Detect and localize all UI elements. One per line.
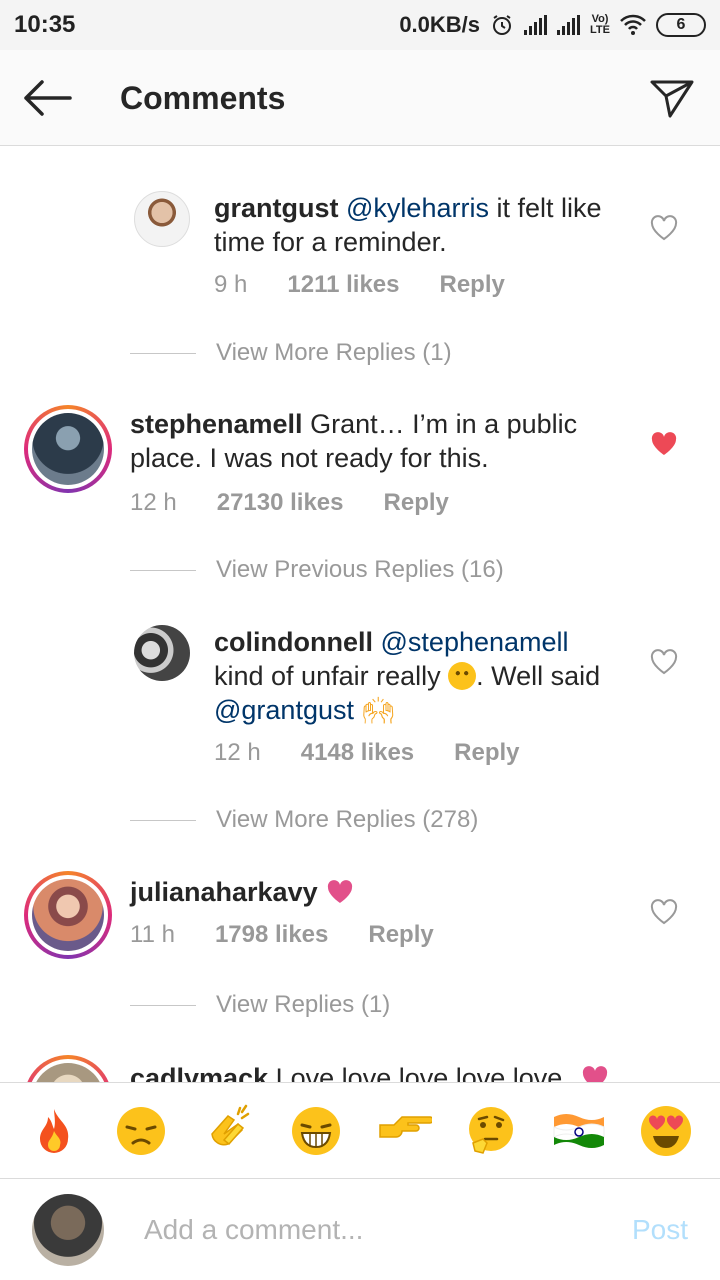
mention-link-2[interactable]: @grantgust xyxy=(214,695,354,725)
clapping-hands-icon[interactable] xyxy=(201,1103,257,1159)
comment-meta: 12 h 27130 likes Reply xyxy=(130,489,449,517)
comment-body: Love love love love love xyxy=(275,1063,563,1082)
divider xyxy=(130,569,196,571)
comment-input-bar: Post xyxy=(0,1180,720,1280)
status-time: 10:35 xyxy=(14,11,76,38)
comment-input[interactable] xyxy=(144,1210,584,1250)
comment-meta: 9 h 1211 likes Reply xyxy=(214,271,505,299)
mention-link[interactable]: @stephenamell xyxy=(381,627,569,657)
view-previous-replies[interactable]: View Previous Replies (16) xyxy=(130,556,504,584)
likes-count[interactable]: 27130 likes xyxy=(217,489,344,517)
avatar[interactable] xyxy=(134,191,190,247)
heart-filled-icon[interactable] xyxy=(650,431,678,457)
likes-count[interactable]: 4148 likes xyxy=(301,739,414,767)
pink-heart-icon xyxy=(582,1066,607,1082)
sad-face-icon[interactable] xyxy=(113,1103,169,1159)
comment-text: colindonnell @stephenamell kind of unfai… xyxy=(214,625,634,727)
divider xyxy=(130,1004,196,1006)
back-arrow-icon[interactable] xyxy=(22,78,72,118)
comment-text: julianaharkavy xyxy=(130,875,600,909)
avatar[interactable] xyxy=(24,871,112,959)
comment-item: grantgust @kyleharris it felt like time … xyxy=(0,187,720,307)
reply-button[interactable]: Reply xyxy=(454,739,519,767)
heart-eyes-icon[interactable] xyxy=(638,1103,694,1159)
comment-body: kind of unfair really xyxy=(214,661,441,691)
comment-item: colindonnell @stephenamell kind of unfai… xyxy=(0,621,720,781)
status-bar: 10:35 0.0KB/s Vo) LTE 6 xyxy=(0,0,720,50)
reply-button[interactable]: Reply xyxy=(368,921,433,949)
header: Comments xyxy=(0,50,720,146)
pink-heart-icon xyxy=(327,880,353,903)
comment-meta: 12 h 4148 likes Reply xyxy=(214,739,520,767)
neutral-face-icon xyxy=(448,662,477,690)
comment-body-cont: . Well said xyxy=(476,661,601,691)
avatar xyxy=(32,1194,104,1266)
raised-hands-icon: 🙌︎ xyxy=(361,695,395,725)
heart-outline-icon[interactable] xyxy=(650,215,678,241)
india-flag-icon[interactable] xyxy=(551,1103,607,1159)
username[interactable]: grantgust xyxy=(214,193,339,223)
comment-item: stephenamell Grant… I’m in a public plac… xyxy=(0,405,720,535)
username[interactable]: stephenamell xyxy=(130,409,303,439)
reply-button[interactable]: Reply xyxy=(440,271,505,299)
thinking-face-icon[interactable] xyxy=(463,1103,519,1159)
view-more-label: View More Replies (278) xyxy=(216,806,479,833)
post-button[interactable]: Post xyxy=(632,1214,688,1246)
page-title: Comments xyxy=(120,80,286,116)
volte-icon: Vo) LTE xyxy=(590,13,610,36)
username[interactable]: julianaharkavy xyxy=(130,877,318,907)
view-more-label: View Replies (1) xyxy=(216,991,391,1018)
comment-item: cadlymack Love love love love love xyxy=(0,1055,720,1082)
comment-time: 12 h xyxy=(214,739,261,766)
status-indicators: 0.0KB/s Vo) LTE 6 xyxy=(399,12,706,38)
comment-text: cadlymack Love love love love love xyxy=(130,1061,650,1082)
avatar[interactable] xyxy=(24,405,112,493)
signal-icon xyxy=(524,15,548,35)
view-replies[interactable]: View Replies (1) xyxy=(130,991,390,1019)
comments-list[interactable]: grantgust @kyleharris it felt like time … xyxy=(0,147,720,1082)
heart-outline-icon[interactable] xyxy=(650,649,678,675)
comment-text: stephenamell Grant… I’m in a public plac… xyxy=(130,407,600,475)
signal-icon-2 xyxy=(557,15,581,35)
username[interactable]: colindonnell xyxy=(214,627,373,657)
network-speed: 0.0KB/s xyxy=(399,12,481,37)
divider xyxy=(130,352,196,354)
mention-link[interactable]: @kyleharris xyxy=(346,193,489,223)
wifi-icon xyxy=(620,14,646,35)
avatar[interactable] xyxy=(24,1055,112,1082)
comment-item: julianaharkavy 11 h 1798 likes Reply xyxy=(0,871,720,981)
fire-icon[interactable] xyxy=(26,1103,82,1159)
username[interactable]: cadlymack xyxy=(130,1063,268,1082)
comment-time: 12 h xyxy=(130,489,177,516)
comment-meta: 11 h 1798 likes Reply xyxy=(130,921,434,949)
comment-time: 11 h xyxy=(130,921,175,948)
pointing-hand-icon[interactable] xyxy=(376,1103,432,1159)
laughing-face-icon[interactable] xyxy=(288,1103,344,1159)
heart-outline-icon[interactable] xyxy=(650,899,678,925)
view-more-replies[interactable]: View More Replies (278) xyxy=(130,806,478,834)
likes-count[interactable]: 1211 likes xyxy=(287,271,399,299)
view-more-replies[interactable]: View More Replies (1) xyxy=(130,339,452,367)
divider xyxy=(130,819,196,821)
likes-count[interactable]: 1798 likes xyxy=(215,921,328,949)
emoji-quick-bar xyxy=(0,1082,720,1179)
comment-time: 9 h xyxy=(214,271,248,298)
reply-button[interactable]: Reply xyxy=(384,489,449,517)
avatar[interactable] xyxy=(134,625,190,681)
paper-plane-icon[interactable] xyxy=(648,74,696,122)
comment-text: grantgust @kyleharris it felt like time … xyxy=(214,191,634,259)
view-more-label: View Previous Replies (16) xyxy=(216,556,504,583)
battery-icon: 6 xyxy=(656,13,706,37)
view-more-label: View More Replies (1) xyxy=(216,339,452,366)
alarm-icon xyxy=(493,15,512,35)
